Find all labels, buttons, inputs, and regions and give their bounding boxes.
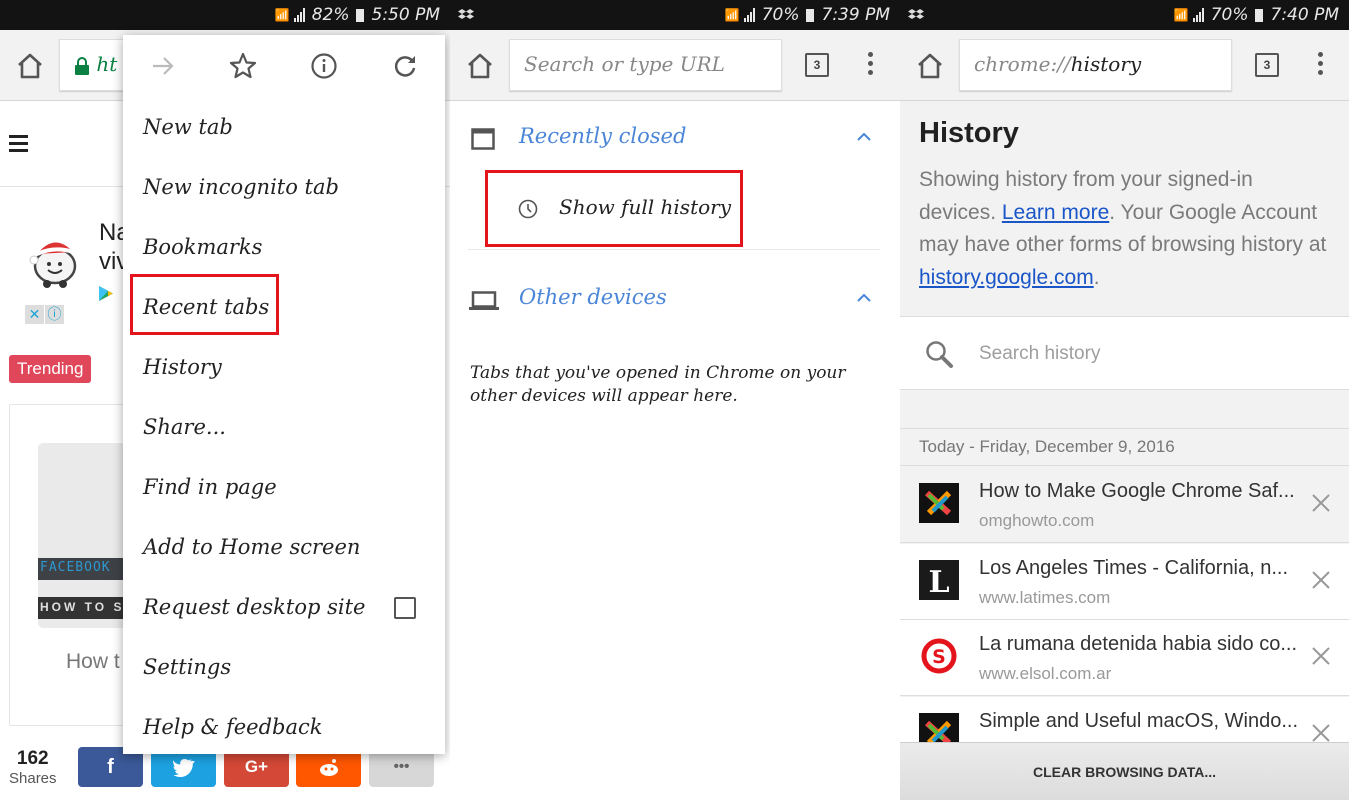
status-bar: 📶 82% 5:50 PM xyxy=(0,0,450,30)
remove-entry-icon[interactable] xyxy=(1311,723,1331,743)
remove-entry-icon[interactable] xyxy=(1311,646,1331,666)
clock: 7:40 PM xyxy=(1270,5,1340,25)
history-entry[interactable]: L Los Angeles Times - California, n... w… xyxy=(900,544,1349,620)
search-icon xyxy=(926,341,953,368)
panel-history: 📶 70% 7:40 PM chrome://history 3 History… xyxy=(900,0,1349,800)
url-bar[interactable]: chrome://history xyxy=(959,39,1232,91)
laptop-icon xyxy=(469,291,499,310)
highlight-recent-tabs xyxy=(130,274,279,335)
chevron-up-icon[interactable] xyxy=(856,132,872,142)
menu-item-request-desktop-site[interactable]: Request desktop site xyxy=(123,577,445,637)
article-caption: How t xyxy=(66,650,120,673)
reddit-icon xyxy=(319,758,338,776)
battery-icon xyxy=(1254,8,1263,22)
date-header: Today - Friday, December 9, 2016 xyxy=(900,428,1349,466)
wifi-icon: 📶 xyxy=(274,8,290,22)
elsol-favicon: S xyxy=(921,638,957,674)
browser-toolbar: chrome://history 3 xyxy=(900,30,1349,101)
other-devices-header[interactable]: Other devices xyxy=(450,271,900,331)
reload-icon[interactable] xyxy=(390,51,420,81)
signal-icon xyxy=(1192,8,1204,22)
url-text: ht xyxy=(96,52,118,76)
menu-icon-row xyxy=(123,35,445,97)
signal-icon xyxy=(743,8,755,22)
menu-item-new-incognito-tab[interactable]: New incognito tab xyxy=(123,157,445,217)
home-icon[interactable] xyxy=(14,50,46,82)
menu-item-new-tab[interactable]: New tab xyxy=(123,97,445,157)
section-divider xyxy=(468,249,880,250)
twitter-icon xyxy=(172,759,195,778)
url-scheme: chrome:// xyxy=(974,52,1071,76)
bookmark-star-icon[interactable] xyxy=(228,51,258,81)
menu-item-history[interactable]: History xyxy=(123,337,445,397)
ad-close-icon[interactable]: ✕ xyxy=(25,305,44,324)
svg-text:L: L xyxy=(928,565,949,600)
clock: 7:39 PM xyxy=(821,5,891,25)
lock-icon xyxy=(75,56,89,75)
highlight-show-full-history xyxy=(485,170,743,247)
battery-percent: 70% xyxy=(761,5,800,25)
battery-percent: 70% xyxy=(1210,5,1249,25)
overflow-menu-icon[interactable] xyxy=(1310,52,1330,82)
history-entry[interactable]: S La rumana detenida habia sido co... ww… xyxy=(900,620,1349,696)
svg-text:S: S xyxy=(932,646,946,668)
battery-percent: 82% xyxy=(311,5,350,25)
home-icon[interactable] xyxy=(914,50,946,82)
remove-entry-icon[interactable] xyxy=(1311,493,1331,513)
page-title: History xyxy=(919,117,1019,149)
history-entry[interactable]: How to Make Google Chrome Saf... omghowt… xyxy=(900,467,1349,543)
waze-ad-icon xyxy=(29,242,77,288)
remove-entry-icon[interactable] xyxy=(1311,570,1331,590)
signal-icon xyxy=(293,8,305,22)
tab-switcher-button[interactable]: 3 xyxy=(805,53,829,77)
dropbox-icon xyxy=(908,6,924,26)
other-devices-note: Tabs that you've opened in Chrome on you… xyxy=(470,363,846,406)
browser-toolbar: Search or type URL 3 xyxy=(450,30,900,101)
recently-closed-header[interactable]: Recently closed xyxy=(450,110,900,170)
menu-item-find-in-page[interactable]: Find in page xyxy=(123,457,445,517)
forward-icon[interactable] xyxy=(148,51,178,81)
page-info-icon[interactable] xyxy=(309,51,339,81)
panel-recent-tabs: 📶 70% 7:39 PM Search or type URL 3 Recen… xyxy=(450,0,900,800)
history-google-link[interactable]: history.google.com xyxy=(919,266,1094,289)
desktop-site-checkbox[interactable] xyxy=(394,597,416,619)
status-bar: 📶 70% 7:40 PM xyxy=(900,0,1349,30)
overflow-menu-icon[interactable] xyxy=(860,52,880,82)
window-icon xyxy=(471,128,495,150)
home-icon[interactable] xyxy=(464,50,496,82)
play-store-icon xyxy=(99,286,113,301)
clock: 5:50 PM xyxy=(371,5,441,25)
menu-item-add-to-home-screen[interactable]: Add to Home screen xyxy=(123,517,445,577)
url-path: history xyxy=(1070,52,1142,76)
menu-item-bookmarks[interactable]: Bookmarks xyxy=(123,217,445,277)
tab-switcher-button[interactable]: 3 xyxy=(1255,53,1279,77)
learn-more-link[interactable]: Learn more xyxy=(1002,201,1109,224)
latimes-favicon: L xyxy=(919,560,959,600)
search-history-input[interactable]: Search history xyxy=(900,316,1349,390)
battery-icon xyxy=(355,8,364,22)
joomla-favicon xyxy=(919,483,959,523)
ad-choices: ✕ ⓘ xyxy=(25,305,64,324)
chevron-up-icon[interactable] xyxy=(856,293,872,303)
clear-browsing-data-button[interactable]: CLEAR BROWSING DATA... xyxy=(900,742,1349,800)
battery-icon xyxy=(805,8,814,22)
wifi-icon: 📶 xyxy=(1173,8,1189,22)
chrome-overflow-menu: New tab New incognito tab Bookmarks Rece… xyxy=(123,35,445,754)
menu-item-help-feedback[interactable]: Help & feedback xyxy=(123,697,445,757)
url-placeholder: Search or type URL xyxy=(524,52,725,76)
wifi-icon: 📶 xyxy=(724,8,740,22)
url-bar[interactable]: Search or type URL xyxy=(509,39,782,91)
trending-badge[interactable]: Trending xyxy=(9,355,92,383)
share-count: 162 Shares xyxy=(9,748,57,787)
dropbox-icon xyxy=(458,6,474,26)
status-bar: 📶 70% 7:39 PM xyxy=(450,0,900,30)
menu-item-share[interactable]: Share... xyxy=(123,397,445,457)
menu-item-settings[interactable]: Settings xyxy=(123,637,445,697)
hamburger-menu-icon[interactable] xyxy=(9,135,28,156)
history-description: Showing history from your signed-in devi… xyxy=(919,168,1327,289)
ad-info-icon[interactable]: ⓘ xyxy=(45,305,64,324)
panel-chrome-menu: 📶 82% 5:50 PM ht Na viv ✕ ⓘ Trending FAC… xyxy=(0,0,450,800)
